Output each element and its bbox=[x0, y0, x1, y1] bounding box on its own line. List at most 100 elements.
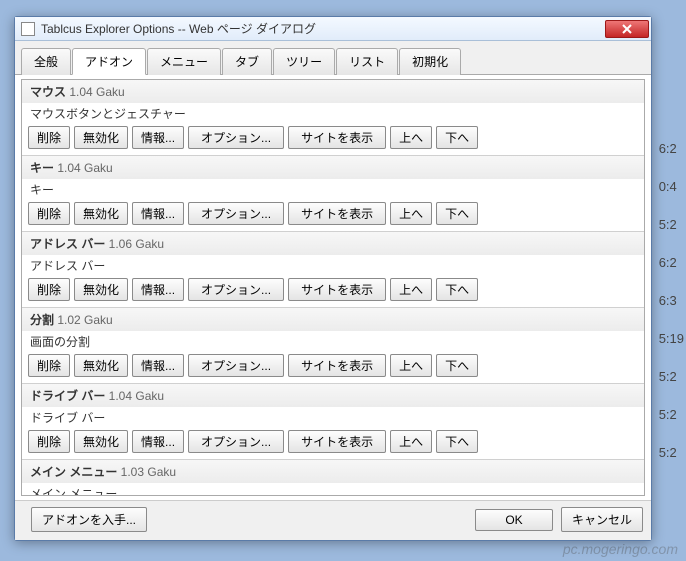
addon-description: メイン メニュー bbox=[22, 483, 644, 496]
move-down-button[interactable]: 下へ bbox=[436, 126, 478, 149]
show-site-button[interactable]: サイトを表示 bbox=[288, 202, 386, 225]
info-button[interactable]: 情報... bbox=[132, 202, 184, 225]
get-addons-button[interactable]: アドオンを入手... bbox=[31, 507, 147, 532]
bg-time: 5:2 bbox=[659, 434, 684, 472]
tab-6[interactable]: 初期化 bbox=[399, 48, 461, 75]
delete-button[interactable]: 削除 bbox=[28, 278, 70, 301]
disable-button[interactable]: 無効化 bbox=[74, 430, 128, 453]
bg-time: 6:2 bbox=[659, 244, 684, 282]
options-dialog: Tablcus Explorer Options -- Web ページ ダイアロ… bbox=[14, 16, 652, 541]
close-icon bbox=[622, 24, 632, 34]
show-site-button[interactable]: サイトを表示 bbox=[288, 430, 386, 453]
background-timestamps: 6:20:45:26:26:35:195:25:25:2 bbox=[659, 130, 684, 472]
addon-name: ドライブ バー bbox=[30, 389, 109, 403]
addon-button-row: 削除無効化情報...オプション...サイトを表示上へ下へ bbox=[22, 274, 644, 307]
addon-description: ドライブ バー bbox=[22, 407, 644, 426]
addon-name: メイン メニュー bbox=[30, 465, 121, 479]
addon-version: 1.04 Gaku bbox=[57, 161, 112, 175]
tab-2[interactable]: メニュー bbox=[147, 48, 221, 75]
bg-time: 5:2 bbox=[659, 358, 684, 396]
addon-version: 1.04 Gaku bbox=[109, 389, 164, 403]
addon-name: 分割 bbox=[30, 313, 57, 327]
addon-header: キー 1.04 Gaku bbox=[22, 156, 644, 179]
options-button[interactable]: オプション... bbox=[188, 202, 284, 225]
addon-name: アドレス バー bbox=[30, 237, 109, 251]
addon-description: マウスボタンとジェスチャー bbox=[22, 103, 644, 122]
addon-button-row: 削除無効化情報...オプション...サイトを表示上へ下へ bbox=[22, 198, 644, 231]
bg-time: 5:19 bbox=[659, 320, 684, 358]
addon-header: アドレス バー 1.06 Gaku bbox=[22, 232, 644, 255]
options-button[interactable]: オプション... bbox=[188, 126, 284, 149]
delete-button[interactable]: 削除 bbox=[28, 126, 70, 149]
info-button[interactable]: 情報... bbox=[132, 430, 184, 453]
move-up-button[interactable]: 上へ bbox=[390, 126, 432, 149]
addon-header: 分割 1.02 Gaku bbox=[22, 308, 644, 331]
move-up-button[interactable]: 上へ bbox=[390, 202, 432, 225]
tab-4[interactable]: ツリー bbox=[273, 48, 335, 75]
show-site-button[interactable]: サイトを表示 bbox=[288, 278, 386, 301]
addon-description: 画面の分割 bbox=[22, 331, 644, 350]
bg-time: 6:2 bbox=[659, 130, 684, 168]
info-button[interactable]: 情報... bbox=[132, 278, 184, 301]
move-up-button[interactable]: 上へ bbox=[390, 430, 432, 453]
tab-0[interactable]: 全般 bbox=[21, 48, 71, 75]
delete-button[interactable]: 削除 bbox=[28, 202, 70, 225]
addon-item: キー 1.04 Gakuキー削除無効化情報...オプション...サイトを表示上へ… bbox=[22, 156, 644, 232]
ok-button[interactable]: OK bbox=[475, 509, 553, 531]
addon-header: ドライブ バー 1.04 Gaku bbox=[22, 384, 644, 407]
show-site-button[interactable]: サイトを表示 bbox=[288, 126, 386, 149]
addon-header: マウス 1.04 Gaku bbox=[22, 80, 644, 103]
addon-item: ドライブ バー 1.04 Gakuドライブ バー削除無効化情報...オプション.… bbox=[22, 384, 644, 460]
addon-version: 1.06 Gaku bbox=[109, 237, 164, 251]
move-down-button[interactable]: 下へ bbox=[436, 354, 478, 377]
tab-3[interactable]: タブ bbox=[222, 48, 272, 75]
addon-button-row: 削除無効化情報...オプション...サイトを表示上へ下へ bbox=[22, 426, 644, 459]
bg-time: 0:4 bbox=[659, 168, 684, 206]
move-up-button[interactable]: 上へ bbox=[390, 354, 432, 377]
addon-version: 1.03 Gaku bbox=[121, 465, 176, 479]
addon-item: 分割 1.02 Gaku画面の分割削除無効化情報...オプション...サイトを表… bbox=[22, 308, 644, 384]
move-down-button[interactable]: 下へ bbox=[436, 202, 478, 225]
tab-strip: 全般アドオンメニュータブツリーリスト初期化 bbox=[15, 41, 651, 75]
move-down-button[interactable]: 下へ bbox=[436, 278, 478, 301]
addon-list[interactable]: マウス 1.04 Gakuマウスボタンとジェスチャー削除無効化情報...オプショ… bbox=[21, 79, 645, 496]
addon-item: マウス 1.04 Gakuマウスボタンとジェスチャー削除無効化情報...オプショ… bbox=[22, 80, 644, 156]
watermark-text: pc.mogeringo.com bbox=[563, 541, 678, 557]
options-button[interactable]: オプション... bbox=[188, 430, 284, 453]
addon-header: メイン メニュー 1.03 Gaku bbox=[22, 460, 644, 483]
info-button[interactable]: 情報... bbox=[132, 354, 184, 377]
addon-version: 1.04 Gaku bbox=[69, 85, 124, 99]
tab-5[interactable]: リスト bbox=[336, 48, 398, 75]
close-button[interactable] bbox=[605, 20, 649, 38]
delete-button[interactable]: 削除 bbox=[28, 430, 70, 453]
disable-button[interactable]: 無効化 bbox=[74, 278, 128, 301]
cancel-button[interactable]: キャンセル bbox=[561, 507, 643, 532]
app-icon bbox=[21, 22, 35, 36]
addon-button-row: 削除無効化情報...オプション...サイトを表示上へ下へ bbox=[22, 350, 644, 383]
addon-version: 1.02 Gaku bbox=[57, 313, 112, 327]
bg-time: 5:2 bbox=[659, 206, 684, 244]
options-button[interactable]: オプション... bbox=[188, 278, 284, 301]
bg-time: 5:2 bbox=[659, 396, 684, 434]
info-button[interactable]: 情報... bbox=[132, 126, 184, 149]
disable-button[interactable]: 無効化 bbox=[74, 354, 128, 377]
show-site-button[interactable]: サイトを表示 bbox=[288, 354, 386, 377]
move-up-button[interactable]: 上へ bbox=[390, 278, 432, 301]
move-down-button[interactable]: 下へ bbox=[436, 430, 478, 453]
addon-item: メイン メニュー 1.03 Gakuメイン メニュー削除無効化情報...オプショ… bbox=[22, 460, 644, 496]
delete-button[interactable]: 削除 bbox=[28, 354, 70, 377]
addon-description: キー bbox=[22, 179, 644, 198]
options-button[interactable]: オプション... bbox=[188, 354, 284, 377]
dialog-footer: アドオンを入手... OK キャンセル bbox=[15, 500, 651, 540]
titlebar: Tablcus Explorer Options -- Web ページ ダイアロ… bbox=[15, 17, 651, 41]
addon-button-row: 削除無効化情報...オプション...サイトを表示上へ下へ bbox=[22, 122, 644, 155]
disable-button[interactable]: 無効化 bbox=[74, 126, 128, 149]
addon-name: マウス bbox=[30, 85, 69, 99]
addon-name: キー bbox=[30, 161, 57, 175]
bg-time: 6:3 bbox=[659, 282, 684, 320]
addon-description: アドレス バー bbox=[22, 255, 644, 274]
window-title: Tablcus Explorer Options -- Web ページ ダイアロ… bbox=[41, 20, 605, 37]
tab-1[interactable]: アドオン bbox=[72, 48, 146, 75]
disable-button[interactable]: 無効化 bbox=[74, 202, 128, 225]
addon-item: アドレス バー 1.06 Gakuアドレス バー削除無効化情報...オプション.… bbox=[22, 232, 644, 308]
